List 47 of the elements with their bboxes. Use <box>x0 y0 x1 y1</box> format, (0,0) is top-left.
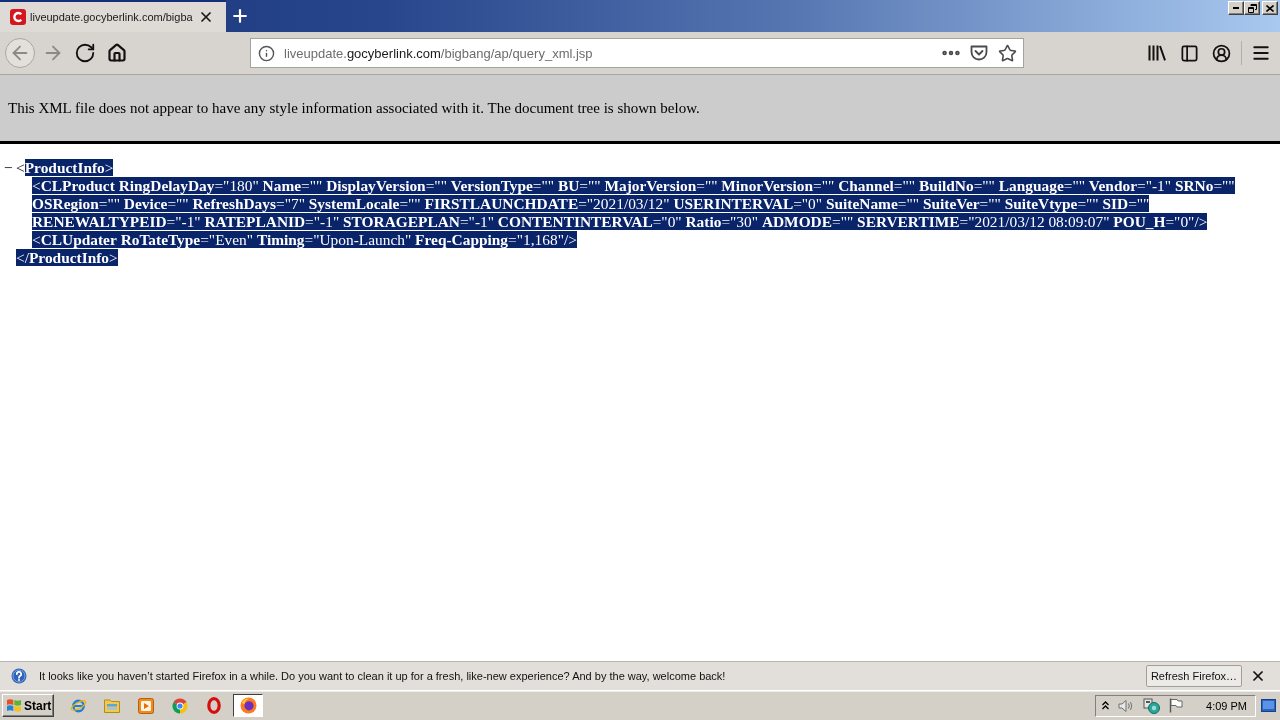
browser-tab[interactable]: liveupdate.gocyberlink.com/bigba <box>0 0 226 32</box>
url-text: liveupdate.gocyberlink.com/bigbang/ap/query_xml.jsp <box>284 45 593 61</box>
collapse-toggle[interactable]: − <box>4 159 13 176</box>
star-icon[interactable] <box>997 43 1017 63</box>
minimize-button[interactable] <box>1228 1 1244 15</box>
close-notification-button[interactable] <box>1250 668 1266 684</box>
account-icon[interactable] <box>1211 43 1231 63</box>
close-tab-icon[interactable] <box>198 9 214 25</box>
close-window-button[interactable] <box>1262 1 1278 15</box>
chrome-icon <box>172 697 188 714</box>
desktop-icon[interactable] <box>1261 699 1276 712</box>
flag-icon[interactable] <box>1169 698 1184 713</box>
xml-close-tag: </ProductInfo> <box>16 249 118 266</box>
pocket-icon[interactable] <box>970 45 988 61</box>
banner-text: This XML file does not appear to have any style information associated with it. The document tree is shown below. <box>8 100 700 116</box>
windows-flag-icon <box>6 698 22 713</box>
refresh-button[interactable]: Refresh Firefox… <box>1146 665 1242 687</box>
start-button[interactable]: Start <box>2 694 54 717</box>
menu-icon[interactable] <box>1251 43 1271 63</box>
sidebar-icon[interactable] <box>1179 43 1199 63</box>
restore-button[interactable] <box>1244 1 1260 15</box>
opera-icon <box>207 697 221 714</box>
plus-icon <box>230 6 250 26</box>
info-icon[interactable] <box>258 44 275 62</box>
help-icon <box>11 668 27 684</box>
url-field[interactable]: liveupdate.gocyberlink.com/bigbang/ap/query_xml.jsp <box>250 38 1024 68</box>
xml-tag-bracket: < <box>16 159 25 176</box>
close-icon <box>1250 668 1266 684</box>
library-icon[interactable] <box>1148 45 1166 61</box>
reload-icon <box>74 42 96 64</box>
speaker-icon[interactable] <box>1118 698 1135 713</box>
network-icon[interactable] <box>1143 697 1161 714</box>
folder-icon <box>104 698 120 713</box>
ie-icon <box>69 697 87 714</box>
xml-open-tag: ProductInfo> <box>24 159 114 176</box>
taskbar-app-button[interactable] <box>233 694 263 717</box>
home-icon <box>107 43 127 63</box>
media-player-icon <box>138 697 154 714</box>
minimize-icon <box>1233 7 1239 9</box>
xml-element-tag: <CLUpdater RoTateType="Even" Timing="Upon-Launch" Freq-Capping="1,168"/> <box>32 231 1280 249</box>
firefox-icon <box>239 697 257 714</box>
chevron-up-icon[interactable] <box>1102 701 1110 710</box>
close-icon <box>1266 4 1274 12</box>
restore-icon <box>1247 3 1257 13</box>
favicon-icon <box>10 9 26 25</box>
clock: 4:09 PM <box>1206 699 1247 712</box>
notification-message: It looks like you haven’t started Firefox in a while. Do you want to clean it up for a fresh, like-new experience? And by the way, welcome back! <box>39 670 726 682</box>
